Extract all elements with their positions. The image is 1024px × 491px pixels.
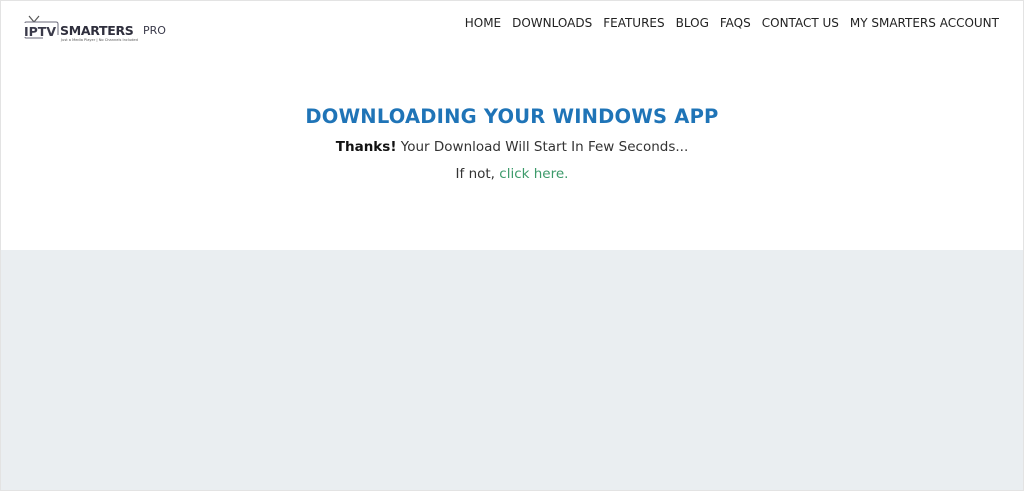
logo-iptv-text: IPTV [24,24,57,39]
download-message-text: Your Download Will Start In Few Seconds.… [396,139,689,155]
nav-my-smarters-account[interactable]: MY SMARTERS ACCOUNT [850,15,999,31]
click-here-link[interactable]: click here. [499,166,568,182]
nav-features[interactable]: FEATURES [603,15,664,31]
nav-faqs[interactable]: FAQS [720,15,751,31]
nav-blog[interactable]: BLOG [676,15,709,31]
thanks-text: Thanks! [335,139,397,155]
site-logo[interactable]: IPTV SMARTERS PRO Just a Media Player | … [23,13,168,45]
page: IPTV SMARTERS PRO Just a Media Player | … [0,0,1024,491]
nav-downloads[interactable]: DOWNLOADS [512,15,592,31]
site-header: IPTV SMARTERS PRO Just a Media Player | … [1,1,1023,51]
logo-tagline: Just a Media Player | No Channels Includ… [61,38,138,42]
page-title: DOWNLOADING YOUR WINDOWS APP [305,105,719,128]
nav-home[interactable]: HOME [465,15,501,31]
logo-smarters-text: SMARTERS [60,23,134,38]
download-hero: DOWNLOADING YOUR WINDOWS APP Thanks! You… [1,51,1023,250]
content-area [1,250,1023,490]
main-navigation: HOME DOWNLOADS FEATURES BLOG FAQS CONTAC… [465,15,999,31]
fallback-prefix: If not, [455,166,500,182]
fallback-message: If not, click here. [1,166,1023,182]
nav-contact-us[interactable]: CONTACT US [762,15,839,31]
download-message: Thanks! Your Download Will Start In Few … [1,139,1023,155]
logo-pro-text: PRO [143,24,166,37]
